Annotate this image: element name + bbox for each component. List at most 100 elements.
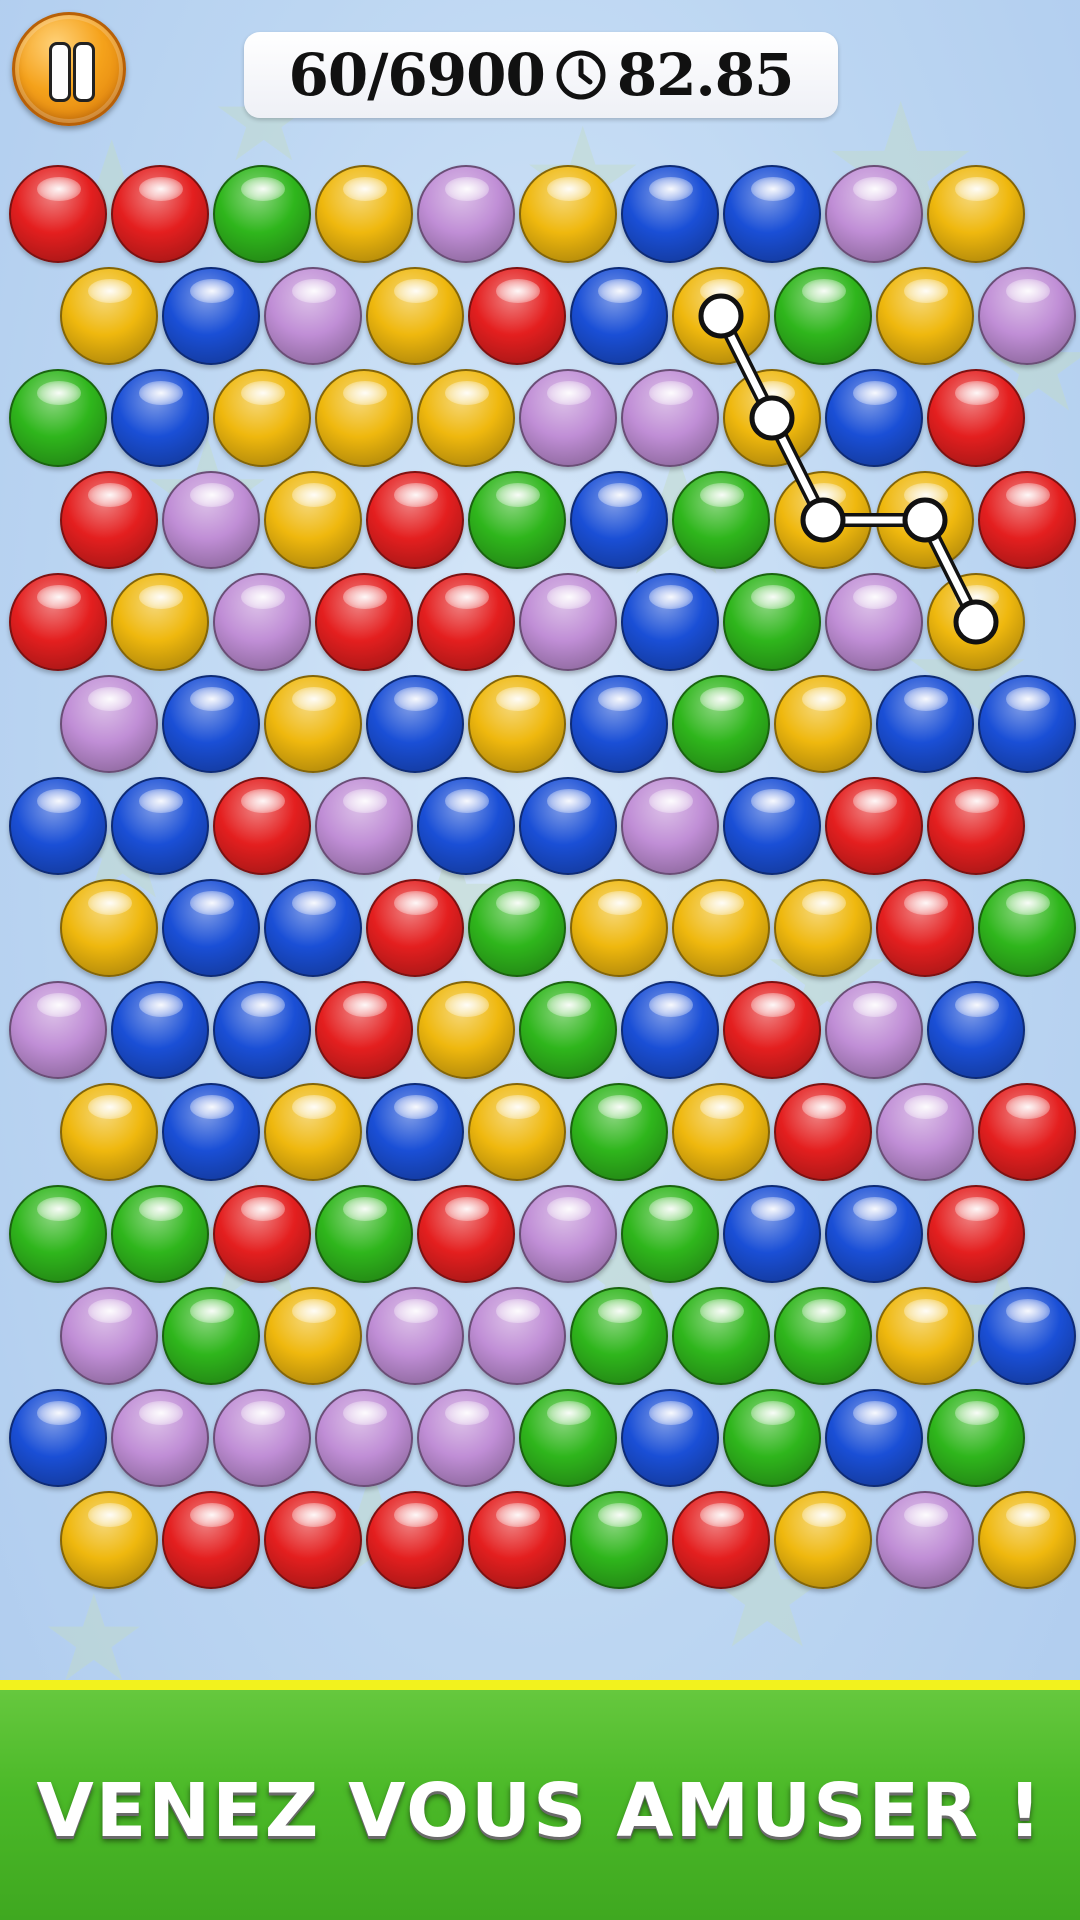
purple-bubble[interactable] bbox=[417, 165, 515, 263]
blue-bubble[interactable] bbox=[825, 1389, 923, 1487]
yellow-bubble[interactable] bbox=[927, 573, 1025, 671]
yellow-bubble[interactable] bbox=[774, 879, 872, 977]
purple-bubble[interactable] bbox=[315, 1389, 413, 1487]
blue-bubble[interactable] bbox=[366, 1083, 464, 1181]
red-bubble[interactable] bbox=[366, 879, 464, 977]
blue-bubble[interactable] bbox=[876, 675, 974, 773]
yellow-bubble[interactable] bbox=[774, 471, 872, 569]
yellow-bubble[interactable] bbox=[468, 675, 566, 773]
blue-bubble[interactable] bbox=[978, 675, 1076, 773]
red-bubble[interactable] bbox=[162, 1491, 260, 1589]
green-bubble[interactable] bbox=[519, 1389, 617, 1487]
purple-bubble[interactable] bbox=[60, 1287, 158, 1385]
yellow-bubble[interactable] bbox=[264, 675, 362, 773]
green-bubble[interactable] bbox=[9, 369, 107, 467]
yellow-bubble[interactable] bbox=[60, 1083, 158, 1181]
pause-button[interactable] bbox=[12, 12, 126, 126]
yellow-bubble[interactable] bbox=[876, 1287, 974, 1385]
yellow-bubble[interactable] bbox=[111, 573, 209, 671]
purple-bubble[interactable] bbox=[60, 675, 158, 773]
yellow-bubble[interactable] bbox=[672, 879, 770, 977]
purple-bubble[interactable] bbox=[213, 1389, 311, 1487]
red-bubble[interactable] bbox=[978, 1083, 1076, 1181]
red-bubble[interactable] bbox=[468, 1491, 566, 1589]
yellow-bubble[interactable] bbox=[927, 165, 1025, 263]
green-bubble[interactable] bbox=[723, 573, 821, 671]
green-bubble[interactable] bbox=[111, 1185, 209, 1283]
red-bubble[interactable] bbox=[264, 1491, 362, 1589]
blue-bubble[interactable] bbox=[417, 777, 515, 875]
purple-bubble[interactable] bbox=[519, 573, 617, 671]
blue-bubble[interactable] bbox=[162, 879, 260, 977]
blue-bubble[interactable] bbox=[825, 369, 923, 467]
purple-bubble[interactable] bbox=[213, 573, 311, 671]
green-bubble[interactable] bbox=[672, 1287, 770, 1385]
green-bubble[interactable] bbox=[570, 1287, 668, 1385]
green-bubble[interactable] bbox=[723, 1389, 821, 1487]
red-bubble[interactable] bbox=[417, 1185, 515, 1283]
blue-bubble[interactable] bbox=[723, 1185, 821, 1283]
purple-bubble[interactable] bbox=[621, 777, 719, 875]
green-bubble[interactable] bbox=[162, 1287, 260, 1385]
blue-bubble[interactable] bbox=[519, 777, 617, 875]
red-bubble[interactable] bbox=[672, 1491, 770, 1589]
blue-bubble[interactable] bbox=[9, 777, 107, 875]
red-bubble[interactable] bbox=[111, 165, 209, 263]
red-bubble[interactable] bbox=[876, 879, 974, 977]
red-bubble[interactable] bbox=[468, 267, 566, 365]
blue-bubble[interactable] bbox=[9, 1389, 107, 1487]
green-bubble[interactable] bbox=[774, 1287, 872, 1385]
blue-bubble[interactable] bbox=[264, 879, 362, 977]
red-bubble[interactable] bbox=[417, 573, 515, 671]
blue-bubble[interactable] bbox=[621, 1389, 719, 1487]
yellow-bubble[interactable] bbox=[264, 1287, 362, 1385]
purple-bubble[interactable] bbox=[315, 777, 413, 875]
blue-bubble[interactable] bbox=[621, 981, 719, 1079]
green-bubble[interactable] bbox=[774, 267, 872, 365]
blue-bubble[interactable] bbox=[162, 1083, 260, 1181]
blue-bubble[interactable] bbox=[366, 675, 464, 773]
green-bubble[interactable] bbox=[927, 1389, 1025, 1487]
green-bubble[interactable] bbox=[978, 879, 1076, 977]
red-bubble[interactable] bbox=[315, 573, 413, 671]
purple-bubble[interactable] bbox=[825, 981, 923, 1079]
red-bubble[interactable] bbox=[825, 777, 923, 875]
yellow-bubble[interactable] bbox=[366, 267, 464, 365]
blue-bubble[interactable] bbox=[162, 267, 260, 365]
blue-bubble[interactable] bbox=[213, 981, 311, 1079]
yellow-bubble[interactable] bbox=[468, 1083, 566, 1181]
green-bubble[interactable] bbox=[672, 675, 770, 773]
red-bubble[interactable] bbox=[927, 369, 1025, 467]
yellow-bubble[interactable] bbox=[876, 267, 974, 365]
red-bubble[interactable] bbox=[213, 777, 311, 875]
yellow-bubble[interactable] bbox=[417, 369, 515, 467]
green-bubble[interactable] bbox=[315, 1185, 413, 1283]
green-bubble[interactable] bbox=[9, 1185, 107, 1283]
blue-bubble[interactable] bbox=[570, 675, 668, 773]
blue-bubble[interactable] bbox=[570, 471, 668, 569]
blue-bubble[interactable] bbox=[825, 1185, 923, 1283]
purple-bubble[interactable] bbox=[264, 267, 362, 365]
yellow-bubble[interactable] bbox=[774, 675, 872, 773]
purple-bubble[interactable] bbox=[519, 369, 617, 467]
red-bubble[interactable] bbox=[978, 471, 1076, 569]
blue-bubble[interactable] bbox=[111, 369, 209, 467]
purple-bubble[interactable] bbox=[162, 471, 260, 569]
red-bubble[interactable] bbox=[774, 1083, 872, 1181]
yellow-bubble[interactable] bbox=[264, 471, 362, 569]
purple-bubble[interactable] bbox=[876, 1083, 974, 1181]
yellow-bubble[interactable] bbox=[519, 165, 617, 263]
purple-bubble[interactable] bbox=[417, 1389, 515, 1487]
purple-bubble[interactable] bbox=[876, 1491, 974, 1589]
blue-bubble[interactable] bbox=[570, 267, 668, 365]
green-bubble[interactable] bbox=[570, 1491, 668, 1589]
purple-bubble[interactable] bbox=[825, 165, 923, 263]
yellow-bubble[interactable] bbox=[672, 1083, 770, 1181]
purple-bubble[interactable] bbox=[468, 1287, 566, 1385]
purple-bubble[interactable] bbox=[621, 369, 719, 467]
red-bubble[interactable] bbox=[213, 1185, 311, 1283]
green-bubble[interactable] bbox=[468, 879, 566, 977]
red-bubble[interactable] bbox=[9, 573, 107, 671]
green-bubble[interactable] bbox=[213, 165, 311, 263]
yellow-bubble[interactable] bbox=[213, 369, 311, 467]
